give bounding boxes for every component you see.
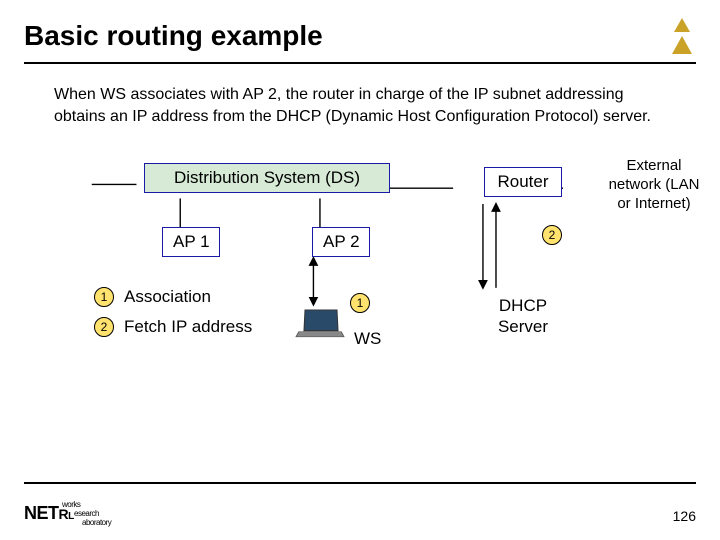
header: Basic routing example — [24, 18, 696, 64]
logo-sub1: works — [62, 501, 80, 509]
legend-label-1: Association — [124, 287, 211, 307]
ap2-box: AP 2 — [312, 227, 370, 257]
legend-label-2: Fetch IP address — [124, 317, 252, 337]
legend-row-1: 1 Association — [94, 287, 252, 307]
logo-main: NET — [24, 503, 59, 523]
dhcp-server-label: DHCP Server — [486, 295, 560, 338]
distribution-system-box: Distribution System (DS) — [144, 163, 390, 193]
legend-row-2: 2 Fetch IP address — [94, 317, 252, 337]
laptop-icon — [297, 309, 345, 343]
legend-circle-2: 2 — [94, 317, 114, 337]
logo-l: L — [68, 511, 74, 522]
router-box: Router — [484, 167, 562, 197]
tree-icon — [668, 18, 696, 54]
netlab-logo: NETRL works esearch aboratory — [24, 503, 74, 524]
network-diagram: Distribution System (DS) AP 1 AP 2 Route… — [34, 157, 686, 387]
legend: 1 Association 2 Fetch IP address — [94, 287, 252, 347]
body-paragraph: When WS associates with AP 2, the router… — [54, 84, 666, 127]
step-marker-2: 2 — [542, 225, 562, 245]
ap1-box: AP 1 — [162, 227, 220, 257]
legend-circle-1: 1 — [94, 287, 114, 307]
footer: NETRL works esearch aboratory 126 — [24, 503, 696, 524]
external-network-label: External network (LAN or Internet) — [604, 157, 704, 213]
slide-title: Basic routing example — [24, 20, 323, 52]
ws-label: WS — [354, 329, 381, 349]
step-marker-1: 1 — [350, 293, 370, 313]
page-number: 126 — [673, 508, 696, 524]
logo-sub2: esearch — [74, 510, 99, 518]
logo-sub3: aboratory — [82, 519, 111, 527]
footer-divider — [24, 482, 696, 484]
